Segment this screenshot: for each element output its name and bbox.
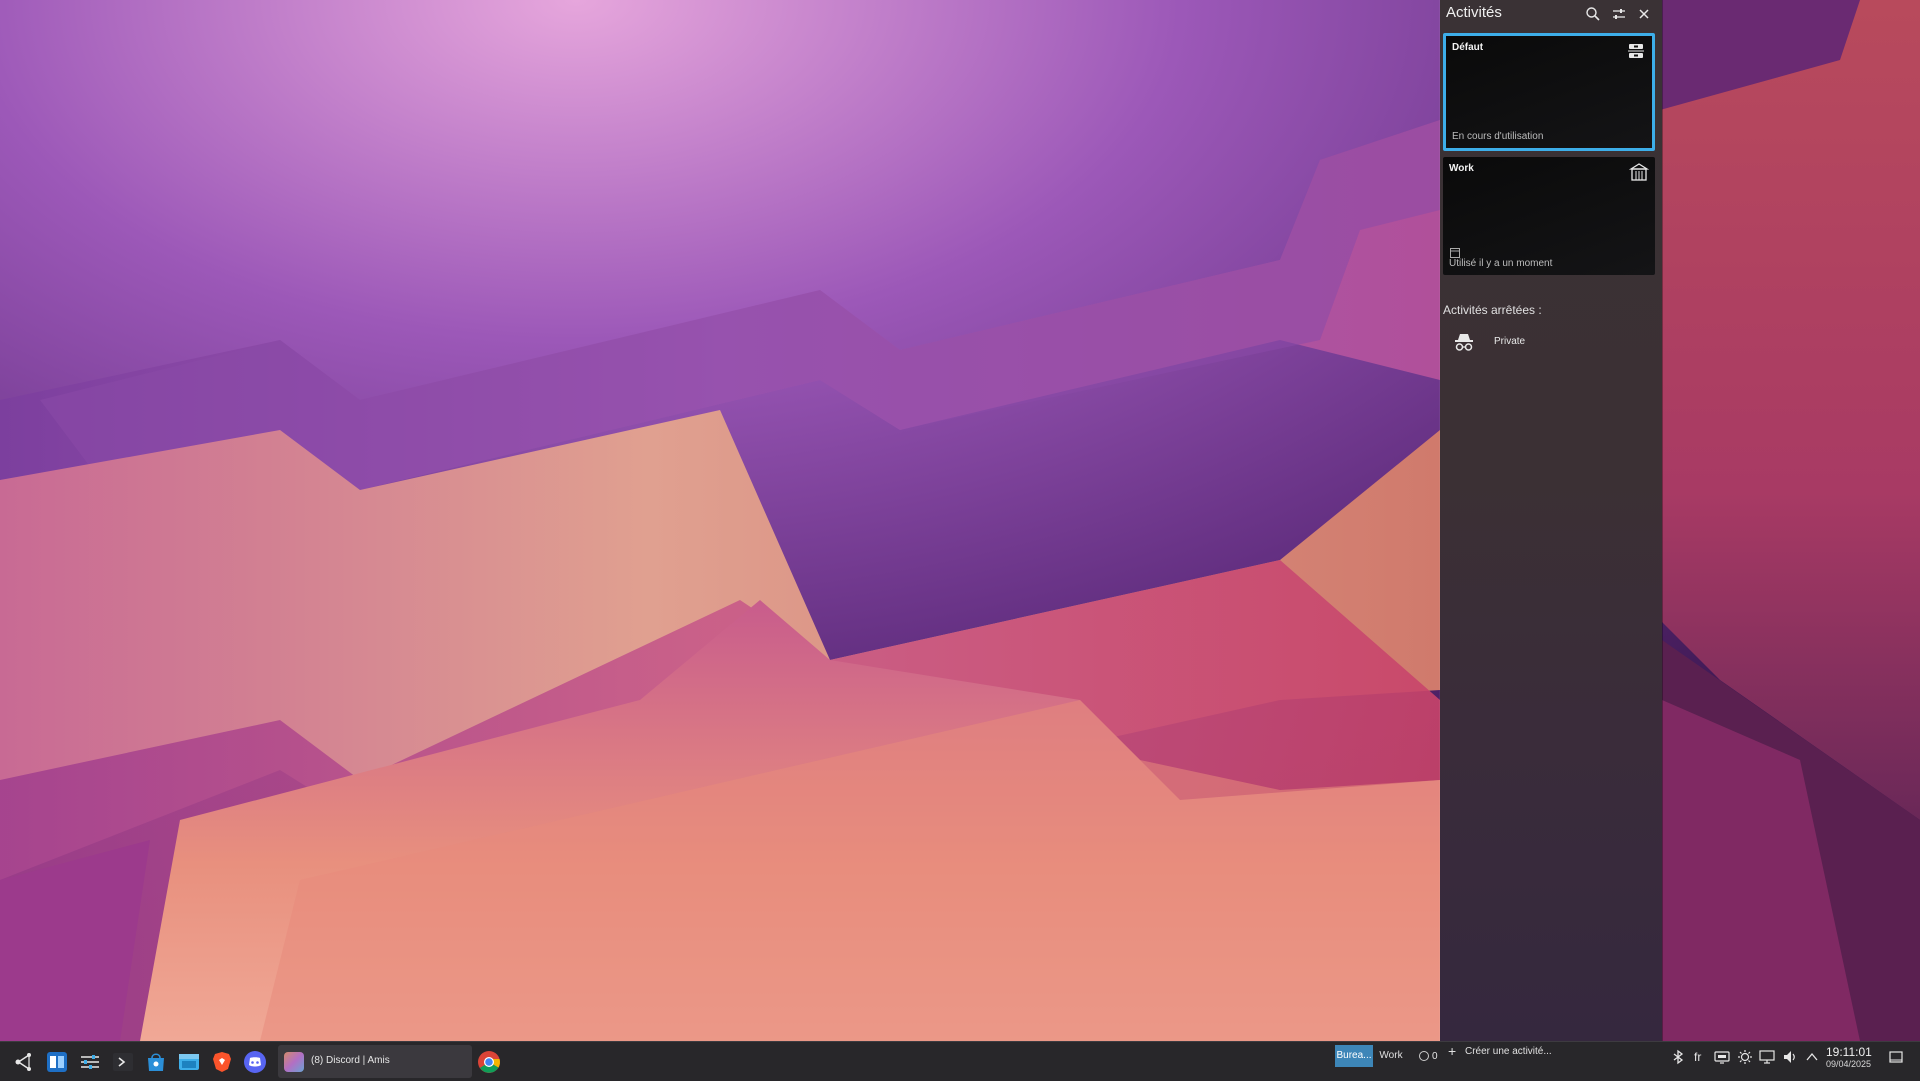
discord-task-button[interactable]: (8) Discord | Amis: [278, 1045, 472, 1078]
keyboard-layout-indicator[interactable]: fr: [1694, 1050, 1701, 1064]
taskbar: (8) Discord | Amis: [0, 1041, 1920, 1081]
store-icon[interactable]: [144, 1050, 168, 1074]
create-activity-label: Créer une activité...: [1465, 1046, 1552, 1057]
clock-time[interactable]: 19:11:01: [1826, 1045, 1872, 1059]
file-manager-icon[interactable]: [177, 1050, 201, 1074]
incognito-icon: [1453, 331, 1475, 353]
brightness-icon[interactable]: [1737, 1049, 1753, 1065]
network-icon[interactable]: [1714, 1049, 1730, 1065]
activity-default-icon: [1626, 41, 1646, 61]
bluetooth-icon[interactable]: [1670, 1049, 1686, 1065]
activity-status: En cours d'utilisation: [1452, 131, 1544, 142]
clock-date[interactable]: 09/04/2025: [1826, 1059, 1871, 1069]
discord-window-icon: [284, 1052, 304, 1072]
search-icon[interactable]: [1584, 5, 1602, 23]
vscode-icon[interactable]: [45, 1050, 69, 1074]
volume-icon[interactable]: [1782, 1049, 1798, 1065]
brave-icon[interactable]: [210, 1050, 234, 1074]
activity-status: Utilisé il y a un moment: [1449, 258, 1553, 269]
discord-task-label: (8) Discord | Amis: [311, 1055, 390, 1066]
display-icon[interactable]: [1759, 1049, 1775, 1065]
hidden-status-text: 0: [1419, 1051, 1438, 1062]
discord-icon[interactable]: [243, 1050, 267, 1074]
stopped-activity-label: Private: [1494, 336, 1526, 347]
chevron-up-icon[interactable]: [1804, 1049, 1820, 1065]
activity-card-work[interactable]: Work Utilisé il y a un moment: [1443, 157, 1655, 275]
system-settings-icon[interactable]: [78, 1050, 102, 1074]
kde-launcher-icon[interactable]: [12, 1050, 36, 1074]
configure-icon[interactable]: [1610, 5, 1628, 23]
activities-panel: Activités Défaut En cours d'utilisation …: [1440, 0, 1662, 1041]
pager-activity-work[interactable]: Work: [1375, 1045, 1407, 1067]
plus-icon: +: [1448, 1043, 1457, 1059]
activity-card-default[interactable]: Défaut En cours d'utilisation: [1443, 33, 1655, 151]
chrome-icon[interactable]: [477, 1050, 501, 1074]
terminal-icon[interactable]: [111, 1050, 135, 1074]
panel-header: Activités: [1440, 0, 1662, 28]
window-icon: [1450, 245, 1460, 258]
activity-name: Défaut: [1452, 42, 1484, 53]
close-icon[interactable]: [1635, 5, 1653, 23]
stopped-activities-heading: Activités arrêtées :: [1443, 303, 1542, 317]
activity-name: Work: [1449, 163, 1474, 174]
building-icon: [1628, 162, 1650, 182]
show-desktop-icon[interactable]: [1888, 1049, 1904, 1065]
pager-activity-current[interactable]: Burea...: [1335, 1045, 1373, 1067]
panel-title: Activités: [1446, 4, 1502, 21]
stopped-activity-private[interactable]: Private: [1448, 330, 1648, 354]
create-activity-button[interactable]: + Créer une activité...: [1444, 1043, 1574, 1060]
